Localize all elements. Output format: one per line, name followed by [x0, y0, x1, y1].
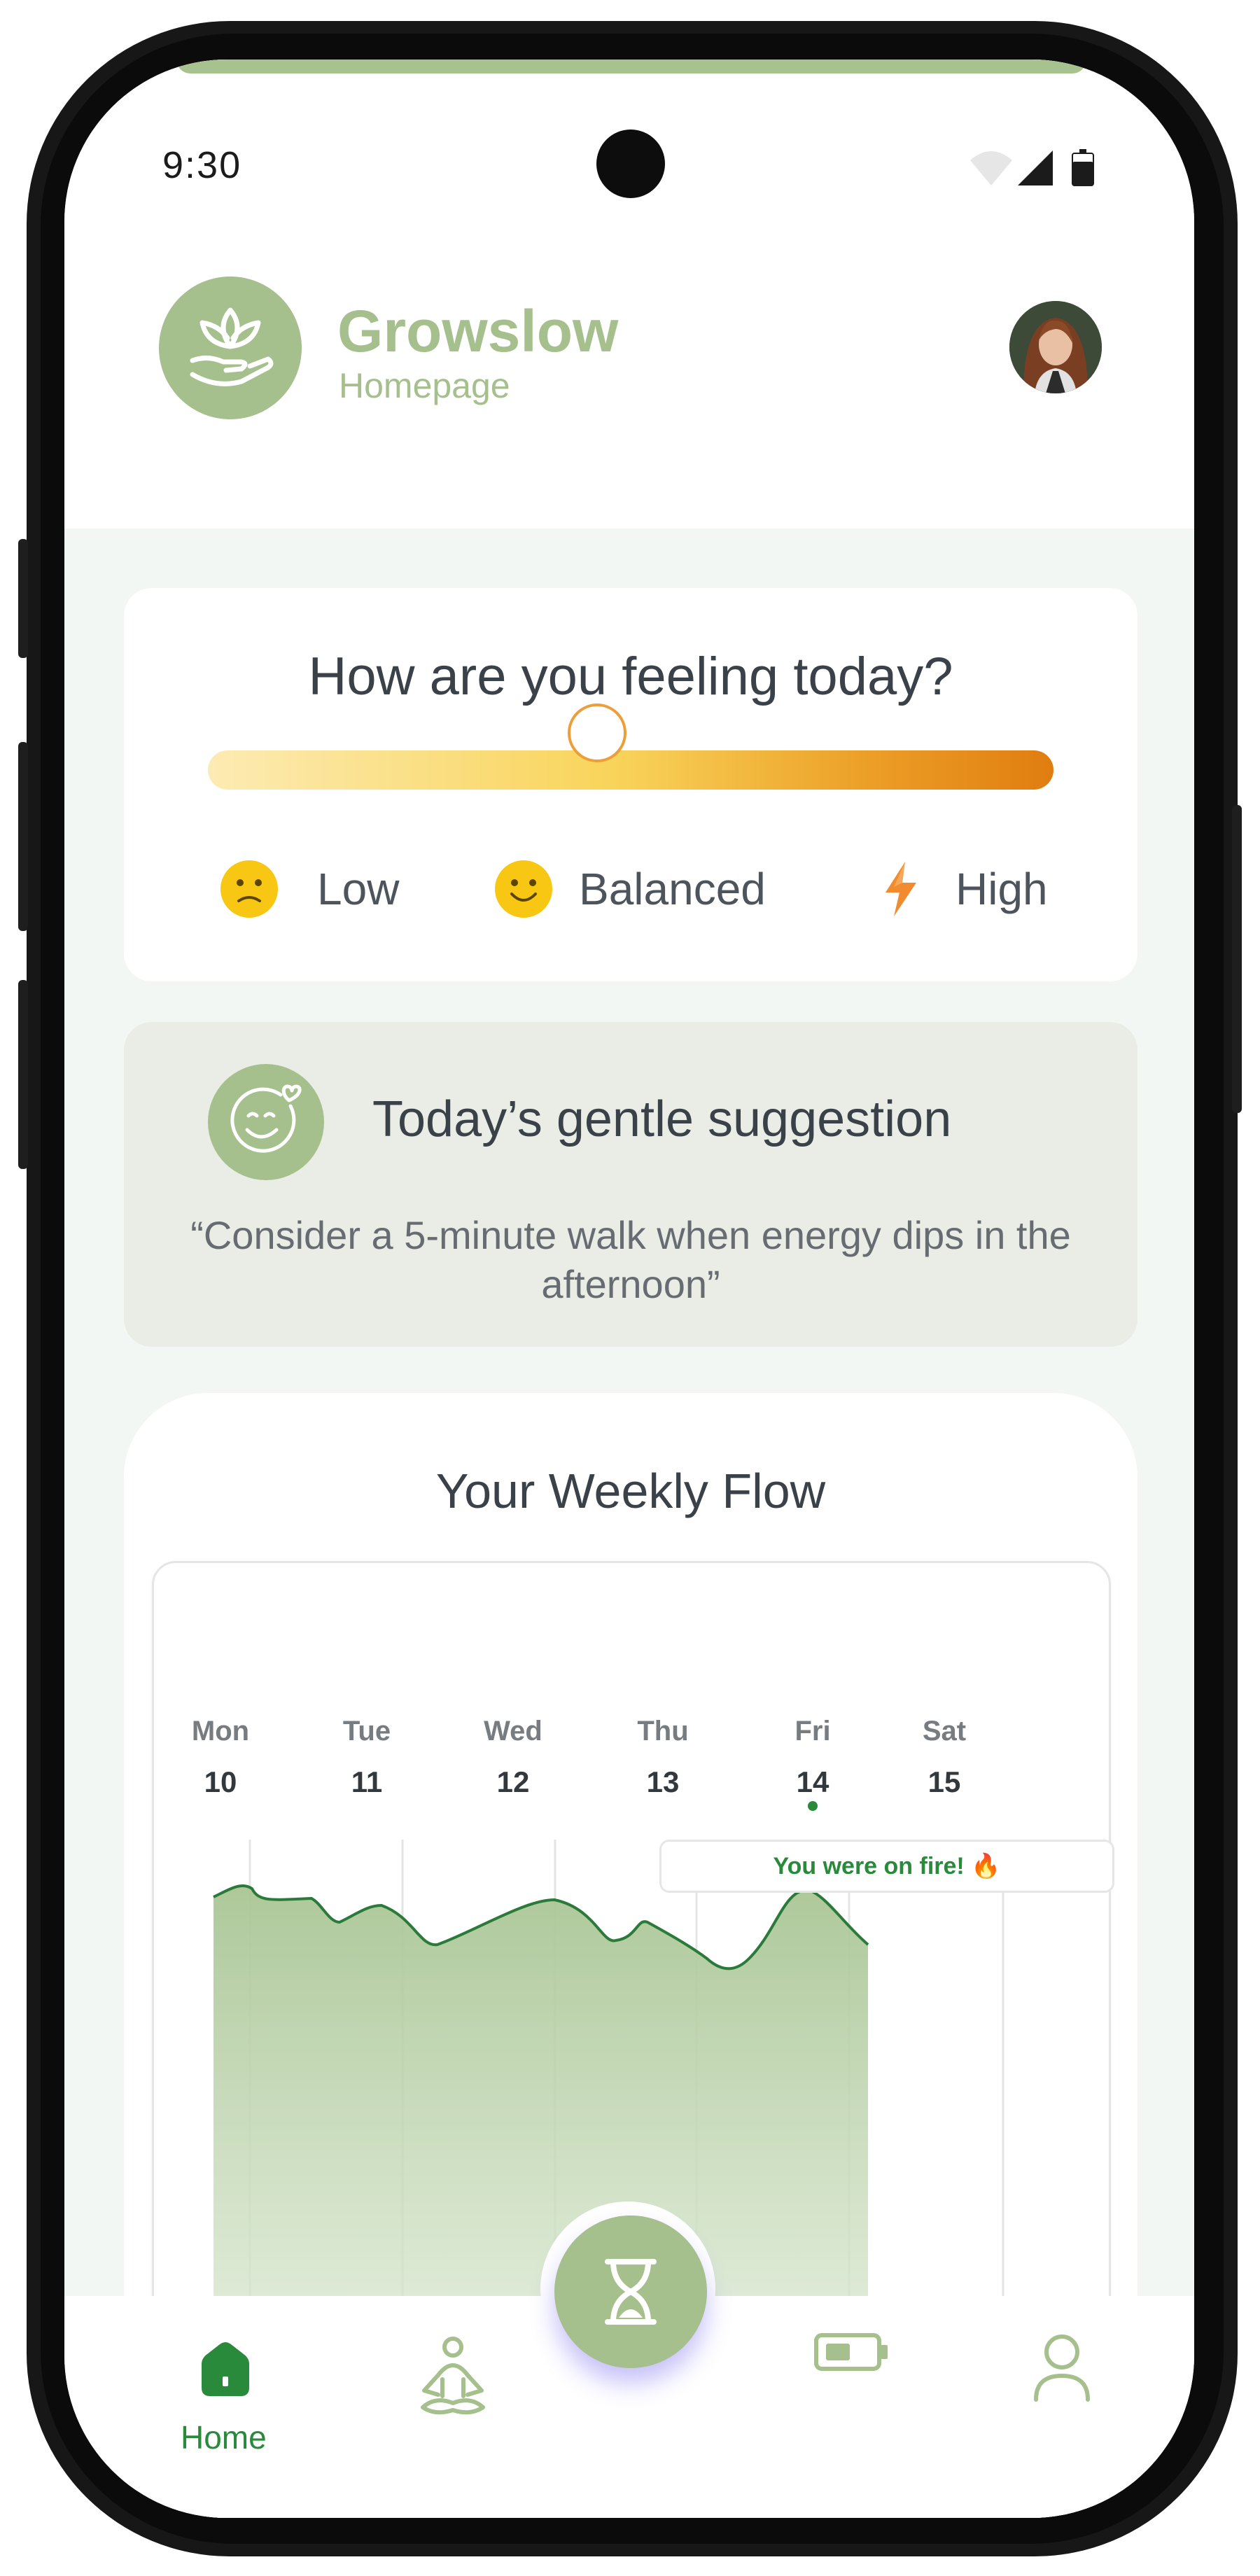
wifi-icon — [970, 151, 1012, 186]
side-button-power — [1232, 805, 1242, 1113]
app-logo — [159, 276, 302, 419]
mood-card: How are you feeling today? Low Balanced … — [124, 588, 1138, 981]
screen-top-rim — [176, 59, 1086, 74]
fire-annotation: You were on fire! 🔥 — [659, 1840, 1114, 1893]
smiley-face-icon — [495, 860, 552, 918]
day-name: Fri — [794, 1716, 831, 1746]
battery-icon — [814, 2333, 888, 2371]
day-label[interactable]: Mon 10 — [172, 1716, 270, 1799]
page-subtitle: Homepage — [339, 366, 510, 405]
day-name: Thu — [637, 1716, 689, 1746]
day-name: Mon — [191, 1716, 250, 1746]
lightning-icon — [886, 862, 916, 916]
side-button-mute — [18, 539, 28, 658]
mood-question: How are you feeling today? — [308, 647, 953, 706]
mood-option-low[interactable]: Low — [220, 860, 400, 918]
suggestion-badge — [208, 1064, 324, 1180]
user-avatar[interactable] — [1009, 301, 1102, 393]
mood-option-high[interactable]: High — [880, 861, 1048, 917]
day-label[interactable]: Sat 15 — [895, 1716, 993, 1799]
day-label[interactable]: Wed 12 — [464, 1716, 562, 1799]
nav-profile[interactable] — [1030, 2332, 1093, 2409]
header: 9:30 Growslow Homepage — [64, 59, 1194, 528]
home-icon — [202, 2342, 249, 2396]
suggestion-quote: “Consider a 5-minute walk when energy di… — [190, 1213, 1071, 1306]
today-indicator — [808, 1801, 818, 1811]
day-name: Sat — [922, 1716, 967, 1746]
day-label[interactable]: Thu 13 — [614, 1716, 712, 1799]
phone-screen: 9:30 Growslow Homepage How are you feeli… — [64, 59, 1194, 2518]
mood-option-balanced[interactable]: Balanced — [495, 860, 766, 918]
day-label[interactable]: Fri 14 — [764, 1716, 862, 1799]
status-time: 9:30 — [162, 144, 242, 186]
day-number: 12 — [496, 1765, 530, 1798]
avatar-image — [1009, 301, 1102, 393]
sad-face-icon — [220, 860, 278, 918]
side-button-volume-up — [18, 742, 28, 931]
nav-battery[interactable] — [813, 2331, 890, 2380]
profile-icon — [1034, 2334, 1090, 2402]
signal-icon — [1018, 150, 1053, 186]
weekly-flow-title: Your Weekly Flow — [435, 1464, 826, 1518]
battery-status-icon — [1072, 149, 1094, 186]
day-label[interactable]: Tue 11 — [318, 1716, 416, 1799]
status-icons — [970, 149, 1094, 186]
smile-heart-icon — [230, 1084, 302, 1153]
day-name: Wed — [484, 1716, 542, 1746]
mood-slider-track[interactable] — [208, 750, 1054, 790]
timer-fab-button[interactable] — [554, 2216, 707, 2368]
app-title: Growslow — [337, 298, 619, 364]
nav-home[interactable]: Home — [169, 2342, 281, 2460]
day-number: 11 — [351, 1765, 383, 1798]
nav-home-label: Home — [181, 2419, 267, 2456]
mood-option-label: Low — [317, 864, 400, 914]
camera-cutout — [596, 130, 665, 198]
day-number: 14 — [796, 1765, 830, 1798]
lotus-hand-icon — [190, 307, 274, 386]
day-number: 13 — [646, 1765, 680, 1798]
nav-meditation[interactable] — [414, 2334, 498, 2426]
mood-option-label: Balanced — [579, 864, 766, 914]
day-number: 10 — [204, 1765, 237, 1798]
mood-option-label: High — [955, 864, 1048, 914]
day-number: 15 — [927, 1765, 961, 1798]
side-button-volume-down — [18, 980, 28, 1169]
meditation-icon — [421, 2337, 485, 2415]
mood-slider-thumb[interactable] — [567, 704, 626, 762]
hourglass-icon — [605, 2259, 657, 2325]
suggestion-title: Today’s gentle suggestion — [372, 1091, 952, 1147]
day-name: Tue — [342, 1716, 391, 1746]
suggestion-card: Today’s gentle suggestion “Consider a 5-… — [124, 1022, 1138, 1347]
